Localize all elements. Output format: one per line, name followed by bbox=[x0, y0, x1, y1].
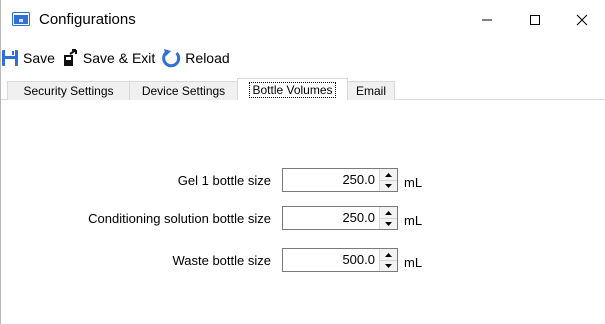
save-label: Save bbox=[23, 50, 55, 66]
stepper-down-button[interactable] bbox=[380, 180, 397, 191]
stepper-down-button[interactable] bbox=[380, 218, 397, 229]
stepper-down-button[interactable] bbox=[380, 260, 397, 271]
gel1-bottle-size-input[interactable]: 250.0 bbox=[282, 168, 398, 192]
tab-security-settings[interactable]: Security Settings bbox=[7, 81, 130, 100]
waste-bottle-size-unit: mL bbox=[404, 255, 423, 270]
chevron-down-icon bbox=[385, 221, 392, 226]
chevron-up-icon bbox=[385, 252, 392, 257]
window-title: Configurations bbox=[39, 11, 136, 28]
tab-strip: Security Settings Device Settings Bottle… bbox=[1, 78, 605, 100]
conditioning-bottle-size-stepper[interactable] bbox=[379, 207, 397, 229]
maximize-icon bbox=[530, 15, 540, 25]
reload-button[interactable]: Reload bbox=[161, 46, 230, 70]
close-icon bbox=[576, 14, 588, 26]
conditioning-bottle-size-value: 250.0 bbox=[342, 210, 375, 225]
waste-bottle-size-stepper[interactable] bbox=[379, 249, 397, 271]
waste-bottle-size-input[interactable]: 500.0 bbox=[282, 248, 398, 272]
gel1-bottle-size-unit: mL bbox=[404, 175, 423, 190]
reload-icon bbox=[162, 49, 181, 68]
tab-device-settings[interactable]: Device Settings bbox=[129, 81, 238, 100]
chevron-down-icon bbox=[385, 263, 392, 268]
tab-bottle-volumes[interactable]: Bottle Volumes bbox=[237, 78, 348, 100]
minimize-icon bbox=[482, 19, 492, 21]
tab-label: Email bbox=[355, 84, 386, 98]
maximize-button[interactable] bbox=[512, 0, 558, 40]
reload-label: Reload bbox=[185, 50, 230, 66]
conditioning-bottle-size-unit: mL bbox=[404, 213, 423, 228]
chevron-up-icon bbox=[385, 172, 392, 177]
waste-bottle-size-label: Waste bottle size bbox=[172, 253, 271, 268]
svg-text:≋: ≋ bbox=[18, 19, 23, 25]
gel1-bottle-size-value: 250.0 bbox=[342, 172, 375, 187]
toolbar: Save Save & Exit Reload bbox=[1, 44, 605, 72]
save-exit-icon bbox=[63, 49, 77, 66]
conditioning-bottle-size-input[interactable]: 250.0 bbox=[282, 206, 398, 230]
save-exit-button[interactable]: Save & Exit bbox=[61, 46, 155, 70]
close-button[interactable] bbox=[559, 0, 605, 40]
chevron-down-icon bbox=[385, 183, 392, 188]
waste-bottle-size-value: 500.0 bbox=[342, 252, 375, 267]
save-icon bbox=[2, 50, 18, 66]
chevron-up-icon bbox=[385, 210, 392, 215]
conditioning-bottle-size-label: Conditioning solution bottle size bbox=[88, 211, 271, 226]
tab-label: Security Settings bbox=[23, 84, 114, 98]
save-button[interactable]: Save bbox=[1, 46, 55, 70]
title-bar[interactable]: ≋ Configurations bbox=[1, 0, 605, 40]
tab-label: Device Settings bbox=[141, 84, 226, 98]
configurations-window: ≋ Configurations Save Save & Exit Reload… bbox=[0, 0, 605, 324]
gel1-bottle-size-label: Gel 1 bottle size bbox=[177, 173, 271, 188]
tab-email[interactable]: Email bbox=[347, 81, 395, 100]
minimize-button[interactable] bbox=[464, 0, 510, 40]
app-icon: ≋ bbox=[12, 12, 30, 26]
gel1-bottle-size-stepper[interactable] bbox=[379, 169, 397, 191]
tab-label: Bottle Volumes bbox=[249, 81, 336, 98]
save-exit-label: Save & Exit bbox=[82, 50, 156, 66]
